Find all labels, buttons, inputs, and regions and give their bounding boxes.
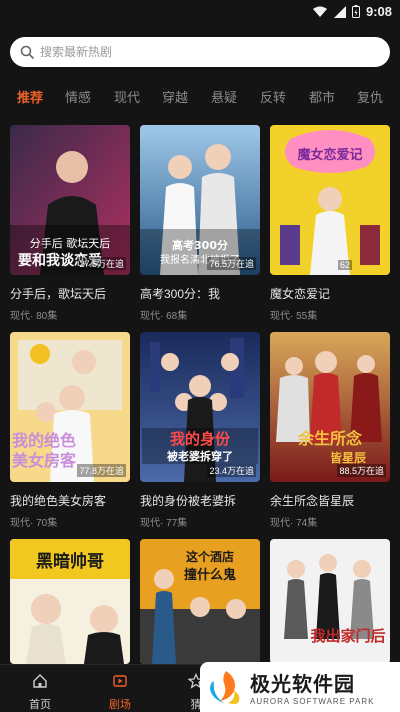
tab-twist[interactable]: 反转 <box>260 87 286 106</box>
home-icon <box>33 674 47 688</box>
svg-text:分手后 歌坛天后: 分手后 歌坛天后 <box>30 236 111 250</box>
svg-text:皆星辰: 皆星辰 <box>330 450 366 465</box>
svg-text:余生所念: 余生所念 <box>297 429 363 448</box>
svg-text:撞什么鬼: 撞什么鬼 <box>184 567 236 583</box>
signal-icon <box>333 5 346 18</box>
svg-text:被老婆拆穿了: 被老婆拆穿了 <box>167 449 233 463</box>
drama-poster[interactable]: 余生所念 皆星辰 88.5万在追 <box>270 332 390 482</box>
drama-poster[interactable]: 这个酒店 撞什么鬼 <box>140 539 260 664</box>
search-input[interactable] <box>40 45 360 59</box>
clock: 9:08 <box>365 4 392 19</box>
drama-poster[interactable]: 我出家门后 <box>270 539 390 664</box>
nav-theater[interactable]: 剧场 <box>90 673 150 712</box>
views-count: 27.5万在追 <box>77 257 126 270</box>
aurora-logo-icon <box>210 671 240 704</box>
views-count: 23.4万在追 <box>207 464 256 477</box>
drama-card[interactable]: 我的绝色 美女房客 77.8万在追 我的绝色美女房客 现代· 70集 <box>10 332 130 529</box>
tab-modern[interactable]: 现代 <box>114 87 140 106</box>
svg-text:我出家门后: 我出家门后 <box>310 627 385 645</box>
svg-text:我的身份: 我的身份 <box>170 430 231 448</box>
battery-icon <box>351 5 360 18</box>
svg-text:魔女恋爱记: 魔女恋爱记 <box>297 147 362 163</box>
svg-text:美女房客: 美女房客 <box>12 451 77 470</box>
tab-recommend[interactable]: 推荐 <box>17 87 43 106</box>
wifi-icon <box>312 6 327 17</box>
watermark: 极光软件园 AURORA SOFTWARE PARK <box>200 662 400 712</box>
drama-poster[interactable]: 我的身份 被老婆拆穿了 23.4万在追 <box>140 332 260 482</box>
status-bar: 9:08 <box>0 0 400 26</box>
drama-poster[interactable]: 我的绝色 美女房客 77.8万在追 <box>10 332 130 482</box>
drama-card[interactable]: 余生所念 皆星辰 88.5万在追 余生所念皆星辰 现代· 74集 <box>270 332 390 529</box>
drama-meta: 现代· 55集 <box>270 311 318 322</box>
category-tabs: 推荐 情感 现代 穿越 悬疑 反转 都市 复仇 <box>0 84 400 110</box>
views-count: 77.8万在追 <box>77 464 126 477</box>
drama-meta: 现代· 70集 <box>10 518 58 529</box>
nav-home[interactable]: 首页 <box>10 673 70 712</box>
nav-theater-label: 剧场 <box>109 699 131 711</box>
svg-text:黑暗帅哥: 黑暗帅哥 <box>36 551 104 572</box>
drama-poster[interactable]: 黑暗帅哥 <box>10 539 130 664</box>
drama-card[interactable]: 我出家门后 <box>270 539 390 664</box>
drama-title: 分手后，歌坛天后 <box>10 287 107 301</box>
tab-urban[interactable]: 都市 <box>309 87 335 106</box>
svg-text:高考300分: 高考300分 <box>172 238 228 252</box>
drama-title: 高考300分：我 <box>140 287 221 301</box>
nav-home-label: 首页 <box>29 699 51 711</box>
watermark-subtitle: AURORA SOFTWARE PARK <box>250 697 375 706</box>
drama-card[interactable]: 我的身份 被老婆拆穿了 23.4万在追 我的身份被老婆拆 现代· 77集 <box>140 332 260 529</box>
drama-title: 余生所念皆星辰 <box>270 494 355 508</box>
drama-poster[interactable]: 高考300分 我报名清北被拒了 76.5万在追 <box>140 125 260 275</box>
drama-card[interactable]: 魔女恋爱记 62 魔女恋爱记 现代· 55集 <box>270 125 390 322</box>
drama-meta: 现代· 77集 <box>140 518 188 529</box>
drama-title: 我的绝色美女房客 <box>10 494 107 508</box>
theater-icon <box>113 675 127 687</box>
views-count: 62 <box>338 260 353 270</box>
drama-poster[interactable]: 分手后 歌坛天后 要和我谈恋爱 27.5万在追 <box>10 125 130 275</box>
tab-suspense[interactable]: 悬疑 <box>211 87 237 106</box>
search-icon <box>20 45 34 59</box>
svg-text:这个酒店: 这个酒店 <box>186 549 234 564</box>
tab-time-travel[interactable]: 穿越 <box>162 87 188 106</box>
drama-title: 我的身份被老婆拆 <box>140 494 237 508</box>
tab-revenge[interactable]: 复仇 <box>357 87 383 106</box>
svg-text:我的绝色: 我的绝色 <box>12 431 76 450</box>
drama-title: 魔女恋爱记 <box>270 287 331 301</box>
views-count: 88.5万在追 <box>337 464 386 477</box>
drama-poster[interactable]: 魔女恋爱记 62 <box>270 125 390 275</box>
tab-emotion[interactable]: 情感 <box>65 87 91 106</box>
views-count: 76.5万在追 <box>207 257 256 270</box>
drama-meta: 现代· 80集 <box>10 311 58 322</box>
drama-card[interactable]: 这个酒店 撞什么鬼 <box>140 539 260 664</box>
drama-card[interactable]: 黑暗帅哥 <box>10 539 130 664</box>
drama-card[interactable]: 分手后 歌坛天后 要和我谈恋爱 27.5万在追 分手后，歌坛天后 现代· 80集 <box>10 125 130 322</box>
search-bar[interactable] <box>10 37 390 67</box>
drama-meta: 现代· 74集 <box>270 518 318 529</box>
watermark-title: 极光软件园 <box>250 674 355 696</box>
drama-meta: 现代· 68集 <box>140 311 188 322</box>
drama-card[interactable]: 高考300分 我报名清北被拒了 76.5万在追 高考300分：我 现代· 68集 <box>140 125 260 322</box>
